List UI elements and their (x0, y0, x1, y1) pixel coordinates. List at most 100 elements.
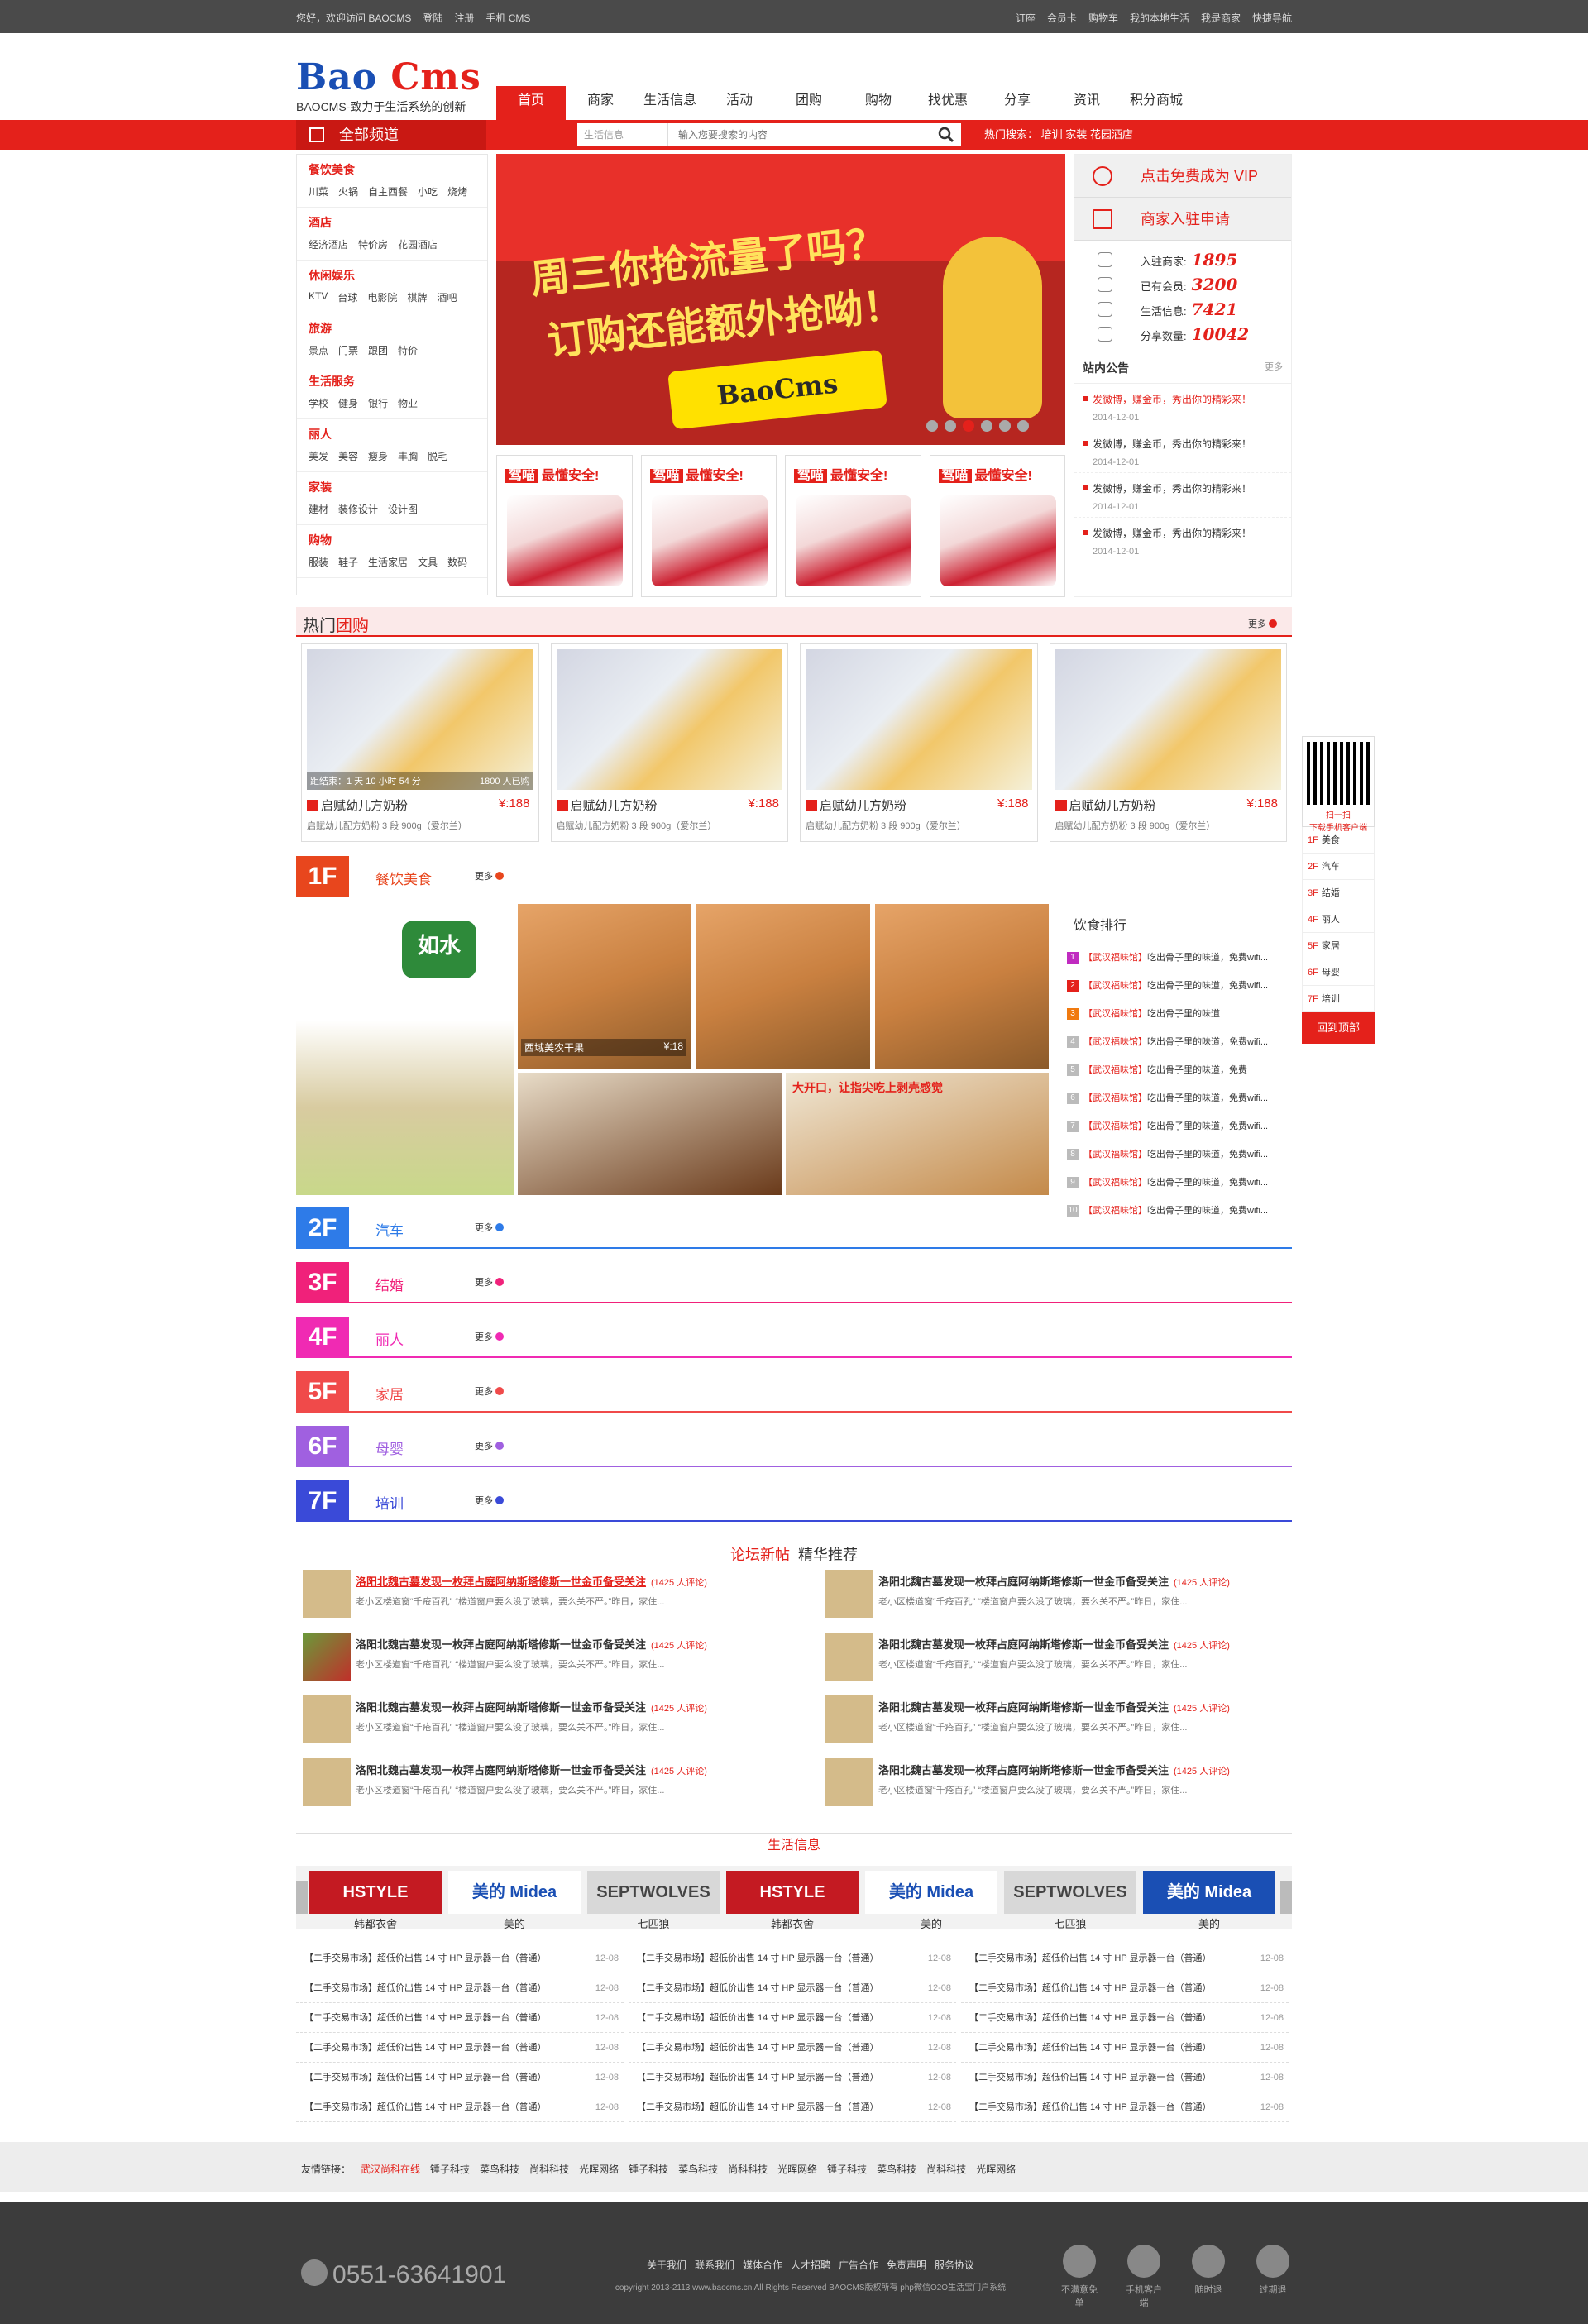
life-info-item[interactable]: 【二手交易市场】超低价出售 14 寸 HP 显示器一台（普通） 12-08 (296, 2092, 624, 2122)
nav-item[interactable]: 积分商城 (1122, 86, 1191, 120)
category-link[interactable]: KTV (309, 290, 328, 304)
topbar-link[interactable]: 我的本地生活 (1130, 11, 1189, 25)
floor-name[interactable]: 结婚 (375, 1274, 404, 1294)
food-feature-image[interactable]: 如水 (296, 904, 514, 1195)
category-heading[interactable]: 生活服务 (309, 373, 476, 390)
nav-item[interactable]: 活动 (705, 86, 774, 120)
group-card[interactable]: 启赋幼儿方奶粉 ¥:188 启赋幼儿配方奶粉 3 段 900g（爱尔兰） (550, 643, 788, 842)
forum-post[interactable]: 洛阳北魏古墓发现一枚拜占庭阿纳斯塔修斯一世金币备受关注 (1425 人评论) 老小区… (296, 1629, 792, 1684)
nav-item[interactable]: 首页 (496, 86, 566, 120)
brand-item[interactable]: 美的 Midea 美的 (448, 1871, 581, 1930)
friend-link[interactable]: 光晖网络 (777, 2162, 817, 2176)
topbar-link[interactable]: 我是商家 (1201, 11, 1241, 25)
back-to-top-button[interactable]: 回到顶部 (1302, 1012, 1375, 1044)
life-info-item[interactable]: 【二手交易市场】超低价出售 14 寸 HP 显示器一台（普通） 12-08 (296, 2003, 624, 2033)
category-link[interactable]: 电影院 (367, 290, 397, 304)
category-link[interactable]: 银行 (368, 396, 388, 410)
forum-post[interactable]: 洛阳北魏古墓发现一枚拜占庭阿纳斯塔修斯一世金币备受关注 (1425 人评论) 老小区… (296, 1566, 792, 1621)
floor-name[interactable]: 丽人 (375, 1328, 404, 1349)
merchant-apply-button[interactable]: 商家入驻申请 (1074, 198, 1291, 241)
life-info-item[interactable]: 【二手交易市场】超低价出售 14 寸 HP 显示器一台（普通） 12-08 (961, 1973, 1289, 2003)
app-qr-code[interactable]: 扫一扫下载手机客户端 (1302, 736, 1375, 833)
floor-name[interactable]: 汽车 (375, 1219, 404, 1240)
floor-name[interactable]: 母婴 (375, 1437, 404, 1458)
brand-item[interactable]: HSTYLE 韩都衣舍 (726, 1871, 859, 1930)
banner-dot[interactable] (981, 420, 992, 432)
footer-link[interactable]: 媒体合作 (743, 2258, 782, 2272)
ranking-item[interactable]: 9 【武汉福味馆】吃出骨子里的味道，免费wifi... (1059, 1169, 1292, 1197)
nav-item[interactable]: 分享 (983, 86, 1052, 120)
floor-jump-link[interactable]: 7F 培训 (1302, 986, 1375, 1012)
product-tile[interactable] (696, 904, 870, 1069)
category-link[interactable]: 物业 (398, 396, 418, 410)
ad-tile[interactable]: 驾喵 最懂安全! (640, 455, 777, 597)
category-link[interactable]: 火锅 (338, 184, 358, 198)
life-info-item[interactable]: 【二手交易市场】超低价出售 14 寸 HP 显示器一台（普通） 12-08 (629, 1944, 956, 1973)
search-type-select[interactable]: 生活信息 (577, 123, 668, 146)
forum-post[interactable]: 洛阳北魏古墓发现一枚拜占庭阿纳斯塔修斯一世金币备受关注 (1425 人评论) 老小区… (819, 1566, 1315, 1621)
life-info-item[interactable]: 【二手交易市场】超低价出售 14 寸 HP 显示器一台（普通） 12-08 (961, 2003, 1289, 2033)
nav-item[interactable]: 生活信息 (635, 86, 705, 120)
hero-banner[interactable]: 周三你抢流量了吗？ 订购还能额外抢呦！ BaoCms (496, 154, 1065, 445)
footer-link[interactable]: 免责声明 (887, 2258, 926, 2272)
friend-link[interactable]: 尚科科技 (728, 2162, 768, 2176)
register-link[interactable]: 注册 (454, 11, 474, 25)
category-link[interactable]: 生活家居 (368, 555, 408, 569)
site-logo[interactable]: Bao Cms BAOCMS-致力于生活系统的创新 (296, 56, 481, 115)
floor-more-link[interactable]: 更多 (475, 1275, 504, 1289)
group-card[interactable]: 启赋幼儿方奶粉 ¥:188 启赋幼儿配方奶粉 3 段 900g（爱尔兰） (1049, 643, 1287, 842)
category-link[interactable]: 台球 (337, 290, 357, 304)
life-info-item[interactable]: 【二手交易市场】超低价出售 14 寸 HP 显示器一台（普通） 12-08 (629, 2092, 956, 2122)
category-heading[interactable]: 酒店 (309, 214, 476, 231)
category-link[interactable]: 特价房 (358, 237, 388, 251)
ranking-item[interactable]: 5 【武汉福味馆】吃出骨子里的味道，免费 (1059, 1056, 1292, 1084)
friend-link[interactable]: 锤子科技 (629, 2162, 668, 2176)
forum-post[interactable]: 洛阳北魏古墓发现一枚拜占庭阿纳斯塔修斯一世金币备受关注 (1425 人评论) 老小区… (819, 1629, 1315, 1684)
banner-dot[interactable] (945, 420, 956, 432)
ranking-item[interactable]: 7 【武汉福味馆】吃出骨子里的味道，免费wifi... (1059, 1112, 1292, 1140)
footer-link[interactable]: 联系我们 (695, 2258, 734, 2272)
nav-item[interactable]: 找优惠 (913, 86, 983, 120)
ranking-item[interactable]: 8 【武汉福味馆】吃出骨子里的味道，免费wifi... (1059, 1140, 1292, 1169)
category-link[interactable]: 花园酒店 (398, 237, 438, 251)
ranking-item[interactable]: 3 【武汉福味馆】吃出骨子里的味道 (1059, 1000, 1292, 1028)
floor-name[interactable]: 培训 (375, 1492, 404, 1513)
category-link[interactable]: 棋牌 (407, 290, 427, 304)
floor-more-link[interactable]: 更多 (475, 1439, 504, 1452)
category-heading[interactable]: 购物 (309, 532, 476, 548)
category-link[interactable]: 鞋子 (338, 555, 358, 569)
footer-link[interactable]: 服务协议 (935, 2258, 974, 2272)
category-heading[interactable]: 丽人 (309, 426, 476, 442)
life-info-item[interactable]: 【二手交易市场】超低价出售 14 寸 HP 显示器一台（普通） 12-08 (961, 2092, 1289, 2122)
topbar-link[interactable]: 快捷导航 (1252, 11, 1292, 25)
category-link[interactable]: 脱毛 (428, 449, 447, 463)
friend-link[interactable]: 光晖网络 (976, 2162, 1016, 2176)
floor-jump-link[interactable]: 3F 结婚 (1302, 880, 1375, 906)
category-link[interactable]: 学校 (309, 396, 328, 410)
category-heading[interactable]: 餐饮美食 (309, 161, 476, 178)
notice-more-link[interactable]: 更多 (1265, 360, 1283, 373)
hot-group-more[interactable]: 更多 (1248, 617, 1277, 630)
banner-dot[interactable] (926, 420, 938, 432)
life-info-item[interactable]: 【二手交易市场】超低价出售 14 寸 HP 显示器一台（普通） 12-08 (296, 2033, 624, 2063)
life-info-item[interactable]: 【二手交易市场】超低价出售 14 寸 HP 显示器一台（普通） 12-08 (961, 2033, 1289, 2063)
topbar-link[interactable]: 会员卡 (1047, 11, 1077, 25)
life-info-item[interactable]: 【二手交易市场】超低价出售 14 寸 HP 显示器一台（普通） 12-08 (296, 1973, 624, 2003)
carousel-next-arrow[interactable] (1280, 1881, 1292, 1914)
floor-more-link[interactable]: 更多 (475, 1384, 504, 1398)
notice-item[interactable]: 发微博，赚金币，秀出你的精彩来！ 2014-12-01 (1074, 473, 1291, 518)
friend-link[interactable]: 武汉尚科在线 (361, 2162, 420, 2176)
category-link[interactable]: 建材 (309, 502, 328, 516)
ad-tile[interactable]: 驾喵 最懂安全! (496, 455, 633, 597)
friend-link[interactable]: 锤子科技 (827, 2162, 867, 2176)
product-tile[interactable] (875, 904, 1049, 1069)
category-heading[interactable]: 旅游 (309, 320, 476, 337)
product-tile[interactable]: 西域美农干果 ¥:18 (518, 904, 691, 1069)
forum-post[interactable]: 洛阳北魏古墓发现一枚拜占庭阿纳斯塔修斯一世金币备受关注 (1425 人评论) 老小区… (296, 1692, 792, 1747)
category-link[interactable]: 美容 (338, 449, 358, 463)
carousel-prev-arrow[interactable] (296, 1881, 308, 1914)
topbar-link[interactable]: 订座 (1016, 11, 1036, 25)
friend-link[interactable]: 菜鸟科技 (678, 2162, 718, 2176)
nav-item[interactable]: 购物 (844, 86, 913, 120)
ranking-item[interactable]: 10 【武汉福味馆】吃出骨子里的味道，免费wifi... (1059, 1197, 1292, 1225)
